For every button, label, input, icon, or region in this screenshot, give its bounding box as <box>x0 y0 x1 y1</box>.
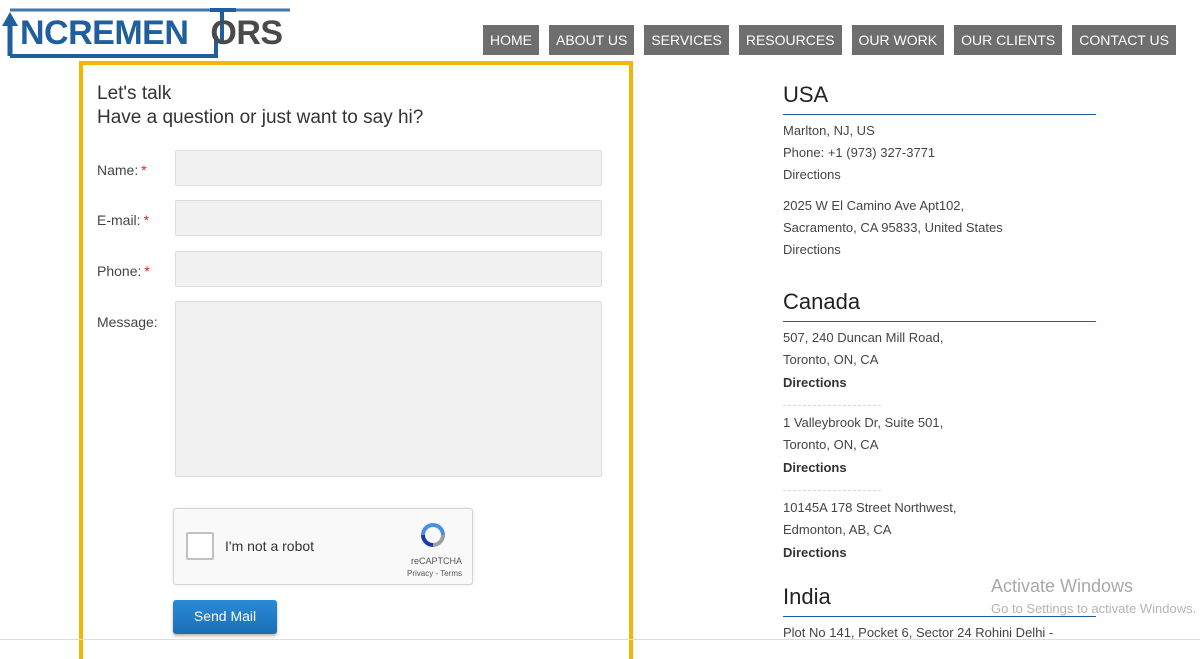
form-subtitle: Have a question or just want to say hi? <box>97 107 424 128</box>
nav-home[interactable]: HOME <box>483 25 539 55</box>
name-label: Name: * <box>97 162 147 178</box>
usa-office1-line1: Marlton, NJ, US <box>783 123 875 138</box>
canada-office1-line2: Toronto, ON, CA <box>783 352 879 367</box>
name-input[interactable] <box>175 150 602 186</box>
phone-label-text: Phone: <box>97 263 142 279</box>
email-label: E-mail: * <box>97 212 149 228</box>
message-label: Message: <box>97 314 158 330</box>
canada-office1-line1: 507, 240 Duncan Mill Road, <box>783 330 944 345</box>
usa-office2-directions-link[interactable]: Directions <box>783 242 841 257</box>
separator <box>783 405 881 406</box>
usa-office2-line1: 2025 W El Camino Ave Apt102, <box>783 198 965 213</box>
required-mark: * <box>143 212 150 228</box>
logo-text-primary: NCREMEN <box>20 14 189 52</box>
canada-office2-line1: 1 Valleybrook Dr, Suite 501, <box>783 415 944 430</box>
canada-office2-directions-link[interactable]: Directions <box>783 460 847 475</box>
canada-heading: Canada <box>783 289 1096 322</box>
email-input[interactable] <box>175 200 602 236</box>
name-label-text: Name: <box>97 162 139 178</box>
activate-windows-title: Activate Windows <box>991 576 1134 596</box>
nav-resources[interactable]: RESOURCES <box>738 25 842 55</box>
nav-about-us[interactable]: ABOUT US <box>549 25 635 55</box>
nav-our-work[interactable]: OUR WORK <box>851 25 945 55</box>
form-title: Let's talk <box>97 83 172 104</box>
canada-office3-line2: Edmonton, AB, CA <box>783 522 892 537</box>
phone-label: Phone: * <box>97 263 150 279</box>
recaptcha-brand: reCAPTCHA <box>410 556 462 566</box>
usa-heading: USA <box>783 82 1096 115</box>
canada-office3-line1: 10145A 178 Street Northwest, <box>783 500 957 515</box>
recaptcha-widget: I'm not a robot reCAPTCHA Privacy - Term… <box>173 508 473 585</box>
separator <box>783 490 881 491</box>
recaptcha-label: I'm not a robot <box>225 538 315 554</box>
canada-office3-directions-link[interactable]: Directions <box>783 545 847 560</box>
logo-text-secondary: ORS <box>210 14 283 52</box>
send-mail-button[interactable]: Send Mail <box>173 600 277 634</box>
usa-office2-line2: Sacramento, CA 95833, United States <box>783 220 1003 235</box>
india-office1-line1: Plot No 141, Pocket 6, Sector 24 Rohini … <box>783 625 1054 640</box>
usa-office1-phone: Phone: +1 (973) 327-3771 <box>783 145 936 160</box>
nav-contact-us[interactable]: CONTACT US <box>1072 25 1176 55</box>
logo[interactable]: NCREMEN ORS <box>0 6 300 62</box>
contact-form-card: Let's talk Have a question or just want … <box>79 61 633 659</box>
recaptcha-checkbox[interactable] <box>186 532 214 560</box>
recaptcha-logo-icon <box>421 523 445 547</box>
activate-windows-subtitle: Go to Settings to activate Windows. <box>991 601 1197 616</box>
email-label-text: E-mail: <box>97 212 141 228</box>
required-mark: * <box>144 263 150 279</box>
canada-office2-line2: Toronto, ON, CA <box>783 437 879 452</box>
main-nav: HOME ABOUT US SERVICES RESOURCES OUR WOR… <box>483 25 1176 55</box>
message-textarea[interactable] <box>175 301 602 477</box>
phone-input[interactable] <box>175 251 602 287</box>
usa-office1-directions-link[interactable]: Directions <box>783 167 841 182</box>
recaptcha-privacy-terms[interactable]: Privacy - Terms <box>407 569 462 578</box>
nav-services[interactable]: SERVICES <box>644 25 729 55</box>
required-mark: * <box>141 162 147 178</box>
canada-office1-directions-link[interactable]: Directions <box>783 375 847 390</box>
nav-our-clients[interactable]: OUR CLIENTS <box>954 25 1063 55</box>
